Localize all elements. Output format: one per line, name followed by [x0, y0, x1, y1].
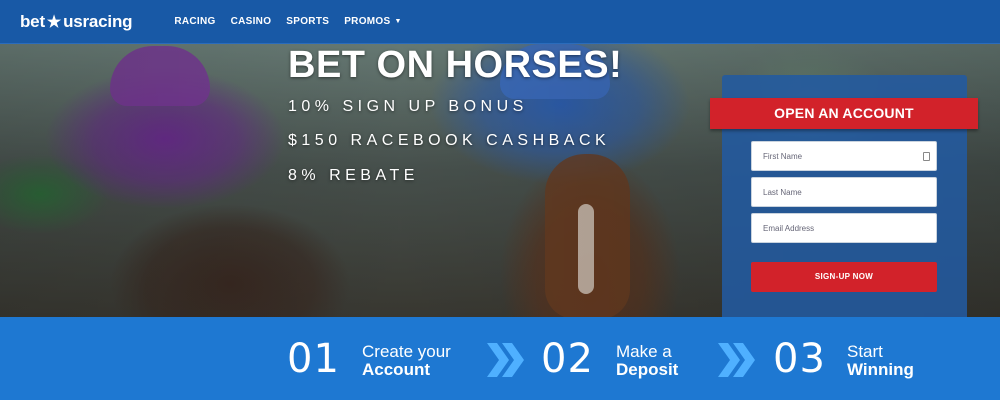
promo-signup-bonus: 10% SIGN UP BONUS: [288, 98, 528, 115]
last-name-placeholder: Last Name: [763, 187, 802, 197]
nav-item-label: CASINO: [230, 16, 272, 27]
caret-down-icon: ▼: [394, 18, 402, 25]
step-1-number: 01: [287, 336, 340, 382]
star-icon: ★: [46, 13, 62, 31]
nav-item-sports[interactable]: SPORTS: [286, 16, 329, 27]
step-1-line2: Account: [362, 360, 430, 379]
promo-rebate: 8% REBATE: [288, 167, 419, 184]
contact-card-icon: [923, 152, 930, 161]
step-2-line2: Deposit: [616, 360, 679, 379]
nav-item-casino[interactable]: CASINO: [231, 16, 272, 27]
brand-logo[interactable]: bet ★ usracing: [20, 11, 133, 32]
logo-text-bet: bet: [20, 11, 45, 31]
main-menu: RACING CASINO SPORTS PROMOS ▼: [174, 16, 401, 27]
step-1-line1: Create your: [362, 342, 451, 361]
nav-item-racing[interactable]: RACING: [174, 16, 215, 27]
step-3-line2: Winning: [847, 360, 914, 379]
double-chevron-right-icon: [718, 343, 755, 377]
first-name-placeholder: First Name: [763, 151, 803, 161]
step-2-line1: Make a: [616, 342, 672, 361]
top-navbar: bet ★ usracing RACING CASINO SPORTS PROM…: [0, 0, 1000, 44]
nav-item-label: PROMOS: [344, 16, 391, 27]
step-3-line1: Start: [847, 342, 883, 361]
email-field[interactable]: Email Address: [751, 213, 937, 243]
nav-item-label: RACING: [174, 16, 216, 27]
nav-item-promos[interactable]: PROMOS ▼: [344, 16, 401, 27]
email-placeholder: Email Address: [763, 223, 815, 233]
nav-item-label: SPORTS: [286, 16, 330, 27]
last-name-field[interactable]: Last Name: [751, 177, 937, 207]
promo-racebook-cashback: $150 RACEBOOK CASHBACK: [288, 132, 611, 149]
step-3-number: 03: [773, 336, 826, 382]
double-chevron-right-icon: [487, 343, 524, 377]
step-2-number: 02: [541, 336, 594, 382]
logo-text-usracing: usracing: [63, 11, 133, 31]
first-name-field[interactable]: First Name: [751, 141, 937, 171]
signup-panel-title: OPEN AN ACCOUNT: [710, 98, 978, 129]
hero-headline: BET ON HORSES!: [288, 44, 623, 86]
sign-up-button[interactable]: SIGN-UP NOW: [751, 262, 937, 292]
